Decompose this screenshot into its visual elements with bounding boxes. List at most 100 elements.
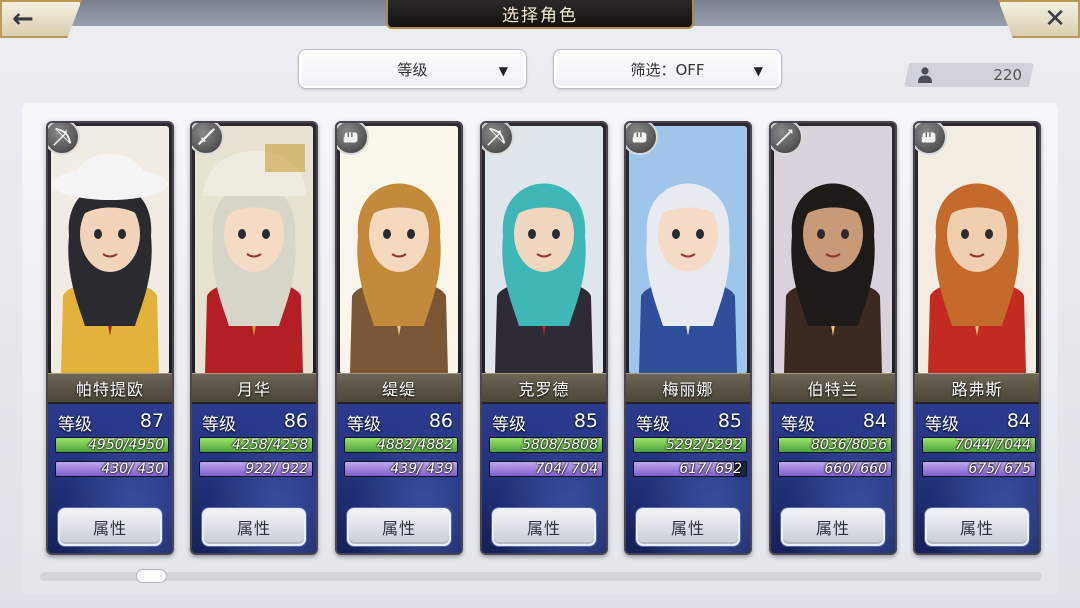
character-portrait: [629, 126, 747, 374]
hp-value: 4950/4950: [88, 437, 164, 453]
chevron-down-icon: ▼: [753, 64, 763, 78]
level-row: 等级 85: [636, 410, 742, 435]
level-row: 等级 85: [492, 410, 598, 435]
character-stats: 等级 85 5808/5808 704/ 704 属性: [482, 404, 606, 553]
character-name: 路弗斯: [915, 373, 1039, 403]
hp-value: 5292/5292: [666, 437, 742, 453]
back-button[interactable]: ←: [0, 0, 82, 38]
character-card[interactable]: 伯特兰等级 84 8036/8036 660/ 660 属性: [769, 121, 897, 555]
character-stats: 等级 85 5292/5292 617/ 692 属性: [626, 404, 750, 553]
character-card[interactable]: 缇缇等级 86 4882/4882 439/ 439 属性: [335, 121, 463, 555]
level-label: 等级: [925, 415, 959, 435]
character-name: 梅丽娜: [626, 373, 750, 403]
level-label: 等级: [202, 415, 236, 435]
attributes-button[interactable]: 属性: [925, 508, 1029, 546]
character-portrait: [51, 126, 169, 374]
level-value: 85: [573, 410, 598, 432]
hp-bar: 4950/4950: [55, 437, 169, 453]
character-card[interactable]: 月华等级 86 4258/4258 922/ 922 属性: [190, 121, 318, 555]
level-value: 86: [283, 410, 308, 432]
character-name: 月华: [192, 373, 316, 403]
mp-value: 439/ 439: [390, 461, 453, 477]
roster-count-value: 220: [993, 66, 1022, 84]
level-value: 86: [428, 410, 453, 432]
hp-value: 4258/4258: [232, 437, 308, 453]
horizontal-scrollbar[interactable]: [40, 572, 1042, 581]
level-value: 85: [717, 410, 742, 432]
character-card[interactable]: 帕特提欧等级 87 4950/4950 430/ 430 属性: [46, 121, 174, 555]
level-value: 84: [862, 410, 887, 432]
character-portrait: [774, 126, 892, 374]
hp-bar: 4258/4258: [199, 437, 313, 453]
level-row: 等级 87: [58, 410, 164, 435]
mp-value: 675/ 675: [968, 461, 1031, 477]
character-portrait: [485, 126, 603, 374]
character-name: 伯特兰: [771, 373, 895, 403]
hp-value: 8036/8036: [811, 437, 887, 453]
attributes-button[interactable]: 属性: [781, 508, 885, 546]
level-row: 等级 86: [202, 410, 308, 435]
close-button[interactable]: ✕: [998, 0, 1080, 38]
hp-bar: 4882/4882: [344, 437, 458, 453]
mp-bar: 675/ 675: [922, 461, 1036, 477]
attributes-button[interactable]: 属性: [347, 508, 451, 546]
character-name: 缇缇: [337, 373, 461, 403]
mp-bar: 660/ 660: [778, 461, 892, 477]
hp-bar: 7044/7044: [922, 437, 1036, 453]
level-label: 等级: [347, 415, 381, 435]
character-stats: 等级 86 4258/4258 922/ 922 属性: [192, 404, 316, 553]
level-value: 84: [1006, 410, 1031, 432]
sort-label: 等级: [397, 60, 428, 79]
mp-value: 922/ 922: [245, 461, 308, 477]
filter-dropdown[interactable]: 筛选：OFF ▼: [553, 49, 782, 89]
level-label: 等级: [636, 415, 670, 435]
character-stats: 等级 87 4950/4950 430/ 430 属性: [48, 404, 172, 553]
hp-bar: 5292/5292: [633, 437, 747, 453]
attributes-button[interactable]: 属性: [492, 508, 596, 546]
roster-count: 220: [904, 63, 1034, 87]
character-name: 克罗德: [482, 373, 606, 403]
attributes-button[interactable]: 属性: [636, 508, 740, 546]
sort-dropdown[interactable]: 等级 ▼: [298, 49, 527, 89]
level-label: 等级: [58, 415, 92, 435]
person-icon: [918, 67, 932, 83]
back-arrow-icon: ←: [12, 4, 34, 34]
filter-label: 筛选：OFF: [630, 60, 705, 79]
mp-bar: 704/ 704: [489, 461, 603, 477]
mp-value: 660/ 660: [824, 461, 887, 477]
hp-value: 4882/4882: [377, 437, 453, 453]
character-card[interactable]: 克罗德等级 85 5808/5808 704/ 704 属性: [480, 121, 608, 555]
character-stats: 等级 86 4882/4882 439/ 439 属性: [337, 404, 461, 553]
level-row: 等级 84: [925, 410, 1031, 435]
hp-value: 7044/7044: [955, 437, 1031, 453]
mp-value: 704/ 704: [535, 461, 598, 477]
attributes-button[interactable]: 属性: [202, 508, 306, 546]
hp-bar: 8036/8036: [778, 437, 892, 453]
hp-value: 5808/5808: [522, 437, 598, 453]
scrollbar-thumb[interactable]: [136, 569, 167, 583]
character-stats: 等级 84 7044/7044 675/ 675 属性: [915, 404, 1039, 553]
page-title: 选择角色: [386, 0, 694, 29]
mp-value: 617/ 692: [679, 461, 742, 477]
character-portrait: [918, 126, 1036, 374]
level-label: 等级: [781, 415, 815, 435]
character-portrait: [195, 126, 313, 374]
level-label: 等级: [492, 415, 526, 435]
character-name: 帕特提欧: [48, 373, 172, 403]
level-row: 等级 86: [347, 410, 453, 435]
character-card[interactable]: 梅丽娜等级 85 5292/5292 617/ 692 属性: [624, 121, 752, 555]
chevron-down-icon: ▼: [498, 64, 508, 78]
mp-bar: 922/ 922: [199, 461, 313, 477]
character-stats: 等级 84 8036/8036 660/ 660 属性: [771, 404, 895, 553]
character-portrait: [340, 126, 458, 374]
attributes-button[interactable]: 属性: [58, 508, 162, 546]
level-row: 等级 84: [781, 410, 887, 435]
level-value: 87: [139, 410, 164, 432]
mp-value: 430/ 430: [101, 461, 164, 477]
close-icon: ✕: [1044, 4, 1066, 34]
hp-bar: 5808/5808: [489, 437, 603, 453]
character-card[interactable]: 路弗斯等级 84 7044/7044 675/ 675 属性: [913, 121, 1041, 555]
mp-bar: 439/ 439: [344, 461, 458, 477]
mp-bar: 617/ 692: [633, 461, 747, 477]
mp-bar: 430/ 430: [55, 461, 169, 477]
